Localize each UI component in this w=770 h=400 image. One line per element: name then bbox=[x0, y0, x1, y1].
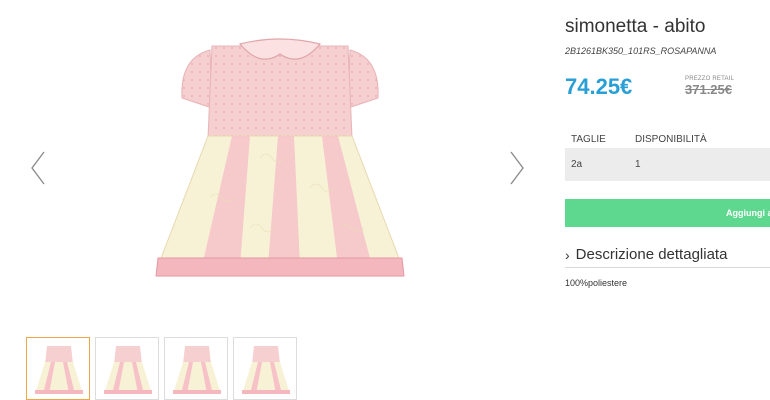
product-title: simonetta - abito bbox=[565, 16, 706, 37]
description-toggle[interactable]: › Descrizione dettagliata bbox=[565, 242, 770, 268]
size-row[interactable]: 2a 1 bbox=[565, 148, 770, 181]
size-value: 2a bbox=[571, 159, 583, 170]
size-header: TAGLIE bbox=[571, 133, 606, 145]
chevron-right-icon bbox=[510, 151, 524, 185]
thumbnail-2[interactable] bbox=[95, 337, 159, 400]
product-sku: 2B1261BK350_101RS_ROSAPANNA bbox=[565, 46, 717, 56]
add-to-cart-button[interactable]: Aggiungi al carrello bbox=[565, 199, 770, 227]
chevron-right-icon: › bbox=[565, 246, 570, 263]
thumbnail-strip bbox=[26, 337, 297, 400]
retail-price: 371.25€ bbox=[685, 82, 732, 97]
product-gallery bbox=[0, 0, 555, 400]
description-text: 100%poliestere bbox=[565, 278, 628, 288]
description-toggle-label: Descrizione dettagliata bbox=[575, 246, 728, 263]
product-price: 74.25€ bbox=[565, 74, 633, 99]
dress-thumbnail-image bbox=[173, 346, 221, 394]
gallery-prev-button[interactable] bbox=[28, 150, 48, 186]
thumbnail-4[interactable] bbox=[233, 337, 297, 400]
dress-thumbnail-image bbox=[242, 346, 290, 394]
product-info: simonetta - abito 2B1261BK350_101RS_ROSA… bbox=[565, 0, 770, 400]
availability-value: 1 bbox=[635, 159, 641, 170]
dress-thumbnail-image bbox=[104, 346, 152, 394]
add-to-cart-label: Aggiungi al carrello bbox=[725, 208, 770, 218]
thumbnail-3[interactable] bbox=[164, 337, 228, 400]
gallery-next-button[interactable] bbox=[507, 150, 527, 186]
thumbnail-1[interactable] bbox=[26, 337, 90, 400]
availability-header: DISPONIBILITÀ bbox=[635, 133, 707, 145]
size-table-header: TAGLIE DISPONIBILITÀ bbox=[565, 130, 770, 148]
dress-thumbnail-image bbox=[35, 346, 83, 394]
chevron-left-icon bbox=[31, 151, 45, 185]
size-availability-table: TAGLIE DISPONIBILITÀ 2a 1 bbox=[565, 130, 770, 181]
product-main-image[interactable] bbox=[140, 28, 420, 290]
